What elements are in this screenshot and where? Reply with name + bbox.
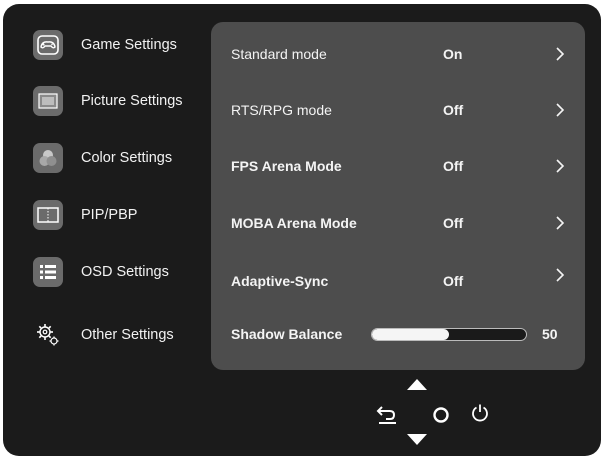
- ok-circle-icon[interactable]: [432, 406, 450, 424]
- sidebar-item-other-settings[interactable]: Other Settings: [33, 318, 211, 352]
- sidebar-item-label: Color Settings: [81, 150, 173, 166]
- sidebar-item-label: Other Settings: [81, 327, 174, 343]
- sidebar-item-picture-settings[interactable]: Picture Settings: [33, 84, 211, 118]
- row-label: Standard mode: [231, 46, 327, 62]
- up-arrow-icon[interactable]: [407, 379, 427, 391]
- sidebar-item-label: OSD Settings: [81, 264, 169, 280]
- row-value: Off: [443, 215, 464, 231]
- color-drop-icon: [33, 143, 63, 173]
- sidebar-item-pip-pbp[interactable]: PIP/PBP: [33, 198, 211, 232]
- sidebar-item-color-settings[interactable]: Color Settings: [33, 141, 211, 175]
- chevron-right-icon: [556, 103, 565, 117]
- sidebar-item-osd-settings[interactable]: OSD Settings: [33, 255, 211, 289]
- chevron-right-icon: [556, 47, 565, 61]
- shadow-balance-slider[interactable]: [371, 328, 527, 341]
- row-value: On: [443, 46, 463, 62]
- power-icon[interactable]: [470, 403, 490, 423]
- row-label: RTS/RPG mode: [231, 102, 332, 118]
- picture-icon: [33, 86, 63, 116]
- gear-icon: [33, 320, 63, 350]
- osd-menu: Game Settings Picture Settings Color Set…: [3, 4, 601, 456]
- chevron-right-icon: [556, 159, 565, 173]
- row-value: Off: [443, 158, 464, 174]
- back-icon[interactable]: [376, 405, 400, 425]
- row-label: Adaptive-Sync: [231, 273, 329, 289]
- row-fps-arena-mode[interactable]: FPS Arena Mode Off: [211, 151, 585, 181]
- chevron-right-icon: [556, 268, 565, 282]
- chevron-right-icon: [556, 216, 565, 230]
- row-value: Off: [443, 102, 464, 118]
- osd-menu-icon: [33, 257, 63, 287]
- pip-window-icon: [33, 200, 63, 230]
- slider-fill: [372, 329, 449, 340]
- row-label: MOBA Arena Mode: [231, 215, 357, 231]
- sidebar-item-label: Picture Settings: [81, 93, 183, 109]
- row-adaptive-sync[interactable]: Adaptive-Sync Off: [211, 266, 585, 296]
- row-standard-mode[interactable]: Standard mode On: [211, 39, 585, 69]
- row-moba-arena-mode[interactable]: MOBA Arena Mode Off: [211, 208, 585, 238]
- row-label: Shadow Balance: [231, 326, 343, 342]
- gamepad-icon: [33, 30, 63, 60]
- sidebar-item-game-settings[interactable]: Game Settings: [33, 28, 211, 62]
- slider-value: 50: [542, 326, 558, 342]
- row-shadow-balance[interactable]: Shadow Balance 50: [211, 319, 585, 349]
- settings-panel: Standard mode On RTS/RPG mode Off FPS Ar…: [211, 22, 585, 370]
- row-label: FPS Arena Mode: [231, 158, 342, 174]
- row-value: Off: [443, 273, 464, 289]
- sidebar-item-label: Game Settings: [81, 37, 177, 53]
- row-rts-rpg-mode[interactable]: RTS/RPG mode Off: [211, 95, 585, 125]
- down-arrow-icon[interactable]: [407, 434, 427, 446]
- sidebar-item-label: PIP/PBP: [81, 207, 138, 223]
